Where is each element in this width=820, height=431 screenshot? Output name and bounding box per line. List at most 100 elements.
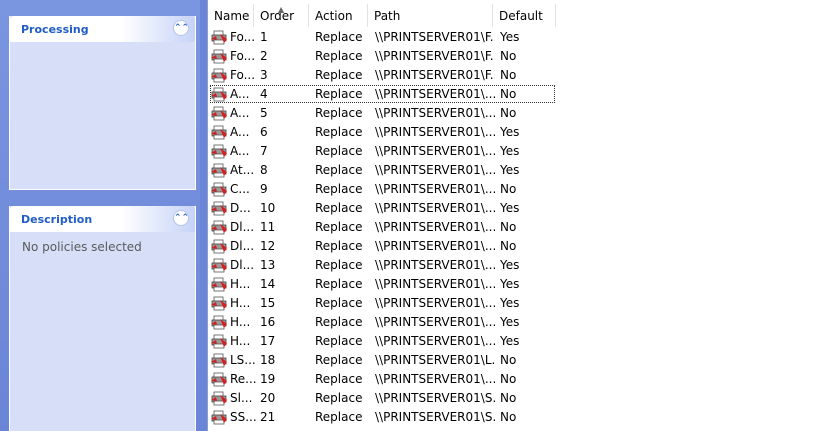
printer-icon <box>211 125 228 140</box>
cell-action: Replace <box>315 49 363 63</box>
cell-action: Replace <box>315 106 363 120</box>
cell-default: Yes <box>500 30 520 44</box>
cell-default: No <box>500 220 517 234</box>
printer-icon <box>211 296 228 311</box>
table-row[interactable]: H... 17 Replace \\PRINTSERVER01\... Yes <box>208 332 820 351</box>
cell-default: No <box>500 182 517 196</box>
printer-icon <box>211 353 228 368</box>
cell-order: 3 <box>260 68 268 82</box>
printer-icon <box>211 201 228 216</box>
cell-name: A... <box>230 87 250 101</box>
cell-default: Yes <box>500 315 520 329</box>
cell-name: H... <box>230 296 251 310</box>
cell-name: SS... <box>230 410 257 424</box>
cell-default: No <box>500 106 517 120</box>
cell-action: Replace <box>315 125 363 139</box>
cell-name: Fo... <box>230 30 256 44</box>
task-pane: Processing ⌃⌃ Description ⌃⌃ No policies… <box>0 0 200 431</box>
cell-default: Yes <box>500 201 520 215</box>
table-row[interactable]: A... 6 Replace \\PRINTSERVER01\... Yes <box>208 123 820 142</box>
column-header-action[interactable]: Action <box>309 4 368 27</box>
cell-action: Replace <box>315 30 363 44</box>
printer-icon <box>211 49 228 64</box>
double-chevron-up-icon[interactable]: ⌃⌃ <box>173 20 189 36</box>
cell-default: No <box>500 391 517 405</box>
cell-path: \\PRINTSERVER01\... <box>375 277 495 291</box>
double-chevron-up-icon[interactable]: ⌃⌃ <box>173 210 189 226</box>
cell-default: No <box>500 68 517 82</box>
table-row[interactable]: Dl... 13 Replace \\PRINTSERVER01\... Yes <box>208 256 820 275</box>
cell-name: Fo... <box>230 49 256 63</box>
printer-icon <box>211 144 228 159</box>
cell-action: Replace <box>315 372 363 386</box>
printer-icon <box>211 239 228 254</box>
cell-name: H... <box>230 277 251 291</box>
list-rows: Fo... 1 Replace \\PRINTSERVER01\F... Yes Fo..… <box>208 28 820 427</box>
table-row[interactable]: A... 5 Replace \\PRINTSERVER01\... No <box>208 104 820 123</box>
cell-order: 2 <box>260 49 268 63</box>
printer-icon <box>211 87 228 102</box>
cell-default: No <box>500 372 517 386</box>
processing-header[interactable]: Processing ⌃⌃ <box>10 16 195 42</box>
cell-name: Fo... <box>230 68 256 82</box>
table-row[interactable]: Fo... 1 Replace \\PRINTSERVER01\F... Yes <box>208 28 820 47</box>
cell-path: \\PRINTSERVER01\... <box>375 315 495 329</box>
printer-icon <box>211 30 228 45</box>
cell-order: 16 <box>260 315 276 329</box>
description-header[interactable]: Description ⌃⌃ <box>10 206 195 232</box>
column-header-name[interactable]: Name <box>208 4 254 27</box>
table-row[interactable]: D... 10 Replace \\PRINTSERVER01\... Yes <box>208 199 820 218</box>
printer-icon <box>211 277 228 292</box>
table-row[interactable]: At... 8 Replace \\PRINTSERVER01\... Yes <box>208 161 820 180</box>
printer-icon <box>211 68 228 83</box>
column-header-order[interactable]: ▲ Order <box>254 4 309 27</box>
table-row[interactable]: Sl... 20 Replace \\PRINTSERVER01\S... No <box>208 389 820 408</box>
table-row[interactable]: SS... 21 Replace \\PRINTSERVER01\S... No <box>208 408 820 427</box>
cell-action: Replace <box>315 239 363 253</box>
table-row[interactable]: H... 15 Replace \\PRINTSERVER01\... Yes <box>208 294 820 313</box>
table-row[interactable]: H... 14 Replace \\PRINTSERVER01\... Yes <box>208 275 820 294</box>
table-row[interactable]: Fo... 3 Replace \\PRINTSERVER01\F... No <box>208 66 820 85</box>
cell-default: No <box>500 49 517 63</box>
cell-name: At... <box>230 163 255 177</box>
cell-action: Replace <box>315 391 363 405</box>
cell-name: Dl... <box>230 239 255 253</box>
sort-ascending-icon: ▲ <box>278 5 285 14</box>
cell-order: 18 <box>260 353 276 367</box>
cell-action: Replace <box>315 87 363 101</box>
cell-order: 11 <box>260 220 276 234</box>
cell-path: \\PRINTSERVER01\... <box>375 106 495 120</box>
cell-name: H... <box>230 315 251 329</box>
table-row[interactable]: Fo... 2 Replace \\PRINTSERVER01\F... No <box>208 47 820 66</box>
cell-path: \\PRINTSERVER01\S... <box>375 391 495 405</box>
cell-action: Replace <box>315 277 363 291</box>
table-row[interactable]: Dl... 11 Replace \\PRINTSERVER01\... No <box>208 218 820 237</box>
table-row[interactable]: A... 4 Replace \\PRINTSERVER01\... No <box>208 85 820 104</box>
cell-action: Replace <box>315 334 363 348</box>
policy-list[interactable]: Name ▲ Order Action Path Default Fo... 1 R… <box>207 0 820 431</box>
cell-default: Yes <box>500 163 520 177</box>
cell-order: 21 <box>260 410 276 424</box>
table-row[interactable]: A... 7 Replace \\PRINTSERVER01\... Yes <box>208 142 820 161</box>
cell-path: \\PRINTSERVER01\... <box>375 87 495 101</box>
description-text: No policies selected <box>22 240 142 254</box>
column-header-default[interactable]: Default <box>493 4 556 27</box>
cell-order: 10 <box>260 201 276 215</box>
column-header-path[interactable]: Path <box>368 4 493 27</box>
cell-path: \\PRINTSERVER01\F... <box>375 68 495 82</box>
table-row[interactable]: H... 16 Replace \\PRINTSERVER01\... Yes <box>208 313 820 332</box>
cell-name: Dl... <box>230 258 255 272</box>
cell-default: No <box>500 410 517 424</box>
table-row[interactable]: LS... 18 Replace \\PRINTSERVER01\L... No <box>208 351 820 370</box>
list-header: Name ▲ Order Action Path Default <box>208 4 820 28</box>
cell-order: 20 <box>260 391 276 405</box>
table-row[interactable]: C... 9 Replace \\PRINTSERVER01\... No <box>208 180 820 199</box>
table-row[interactable]: Dl... 12 Replace \\PRINTSERVER01\... No <box>208 237 820 256</box>
cell-action: Replace <box>315 353 363 367</box>
processing-panel: Processing ⌃⌃ <box>9 16 196 190</box>
cell-action: Replace <box>315 163 363 177</box>
cell-name: C... <box>230 182 250 196</box>
table-row[interactable]: Re... 19 Replace \\PRINTSERVER01\... No <box>208 370 820 389</box>
cell-action: Replace <box>315 144 363 158</box>
printer-icon <box>211 410 228 425</box>
